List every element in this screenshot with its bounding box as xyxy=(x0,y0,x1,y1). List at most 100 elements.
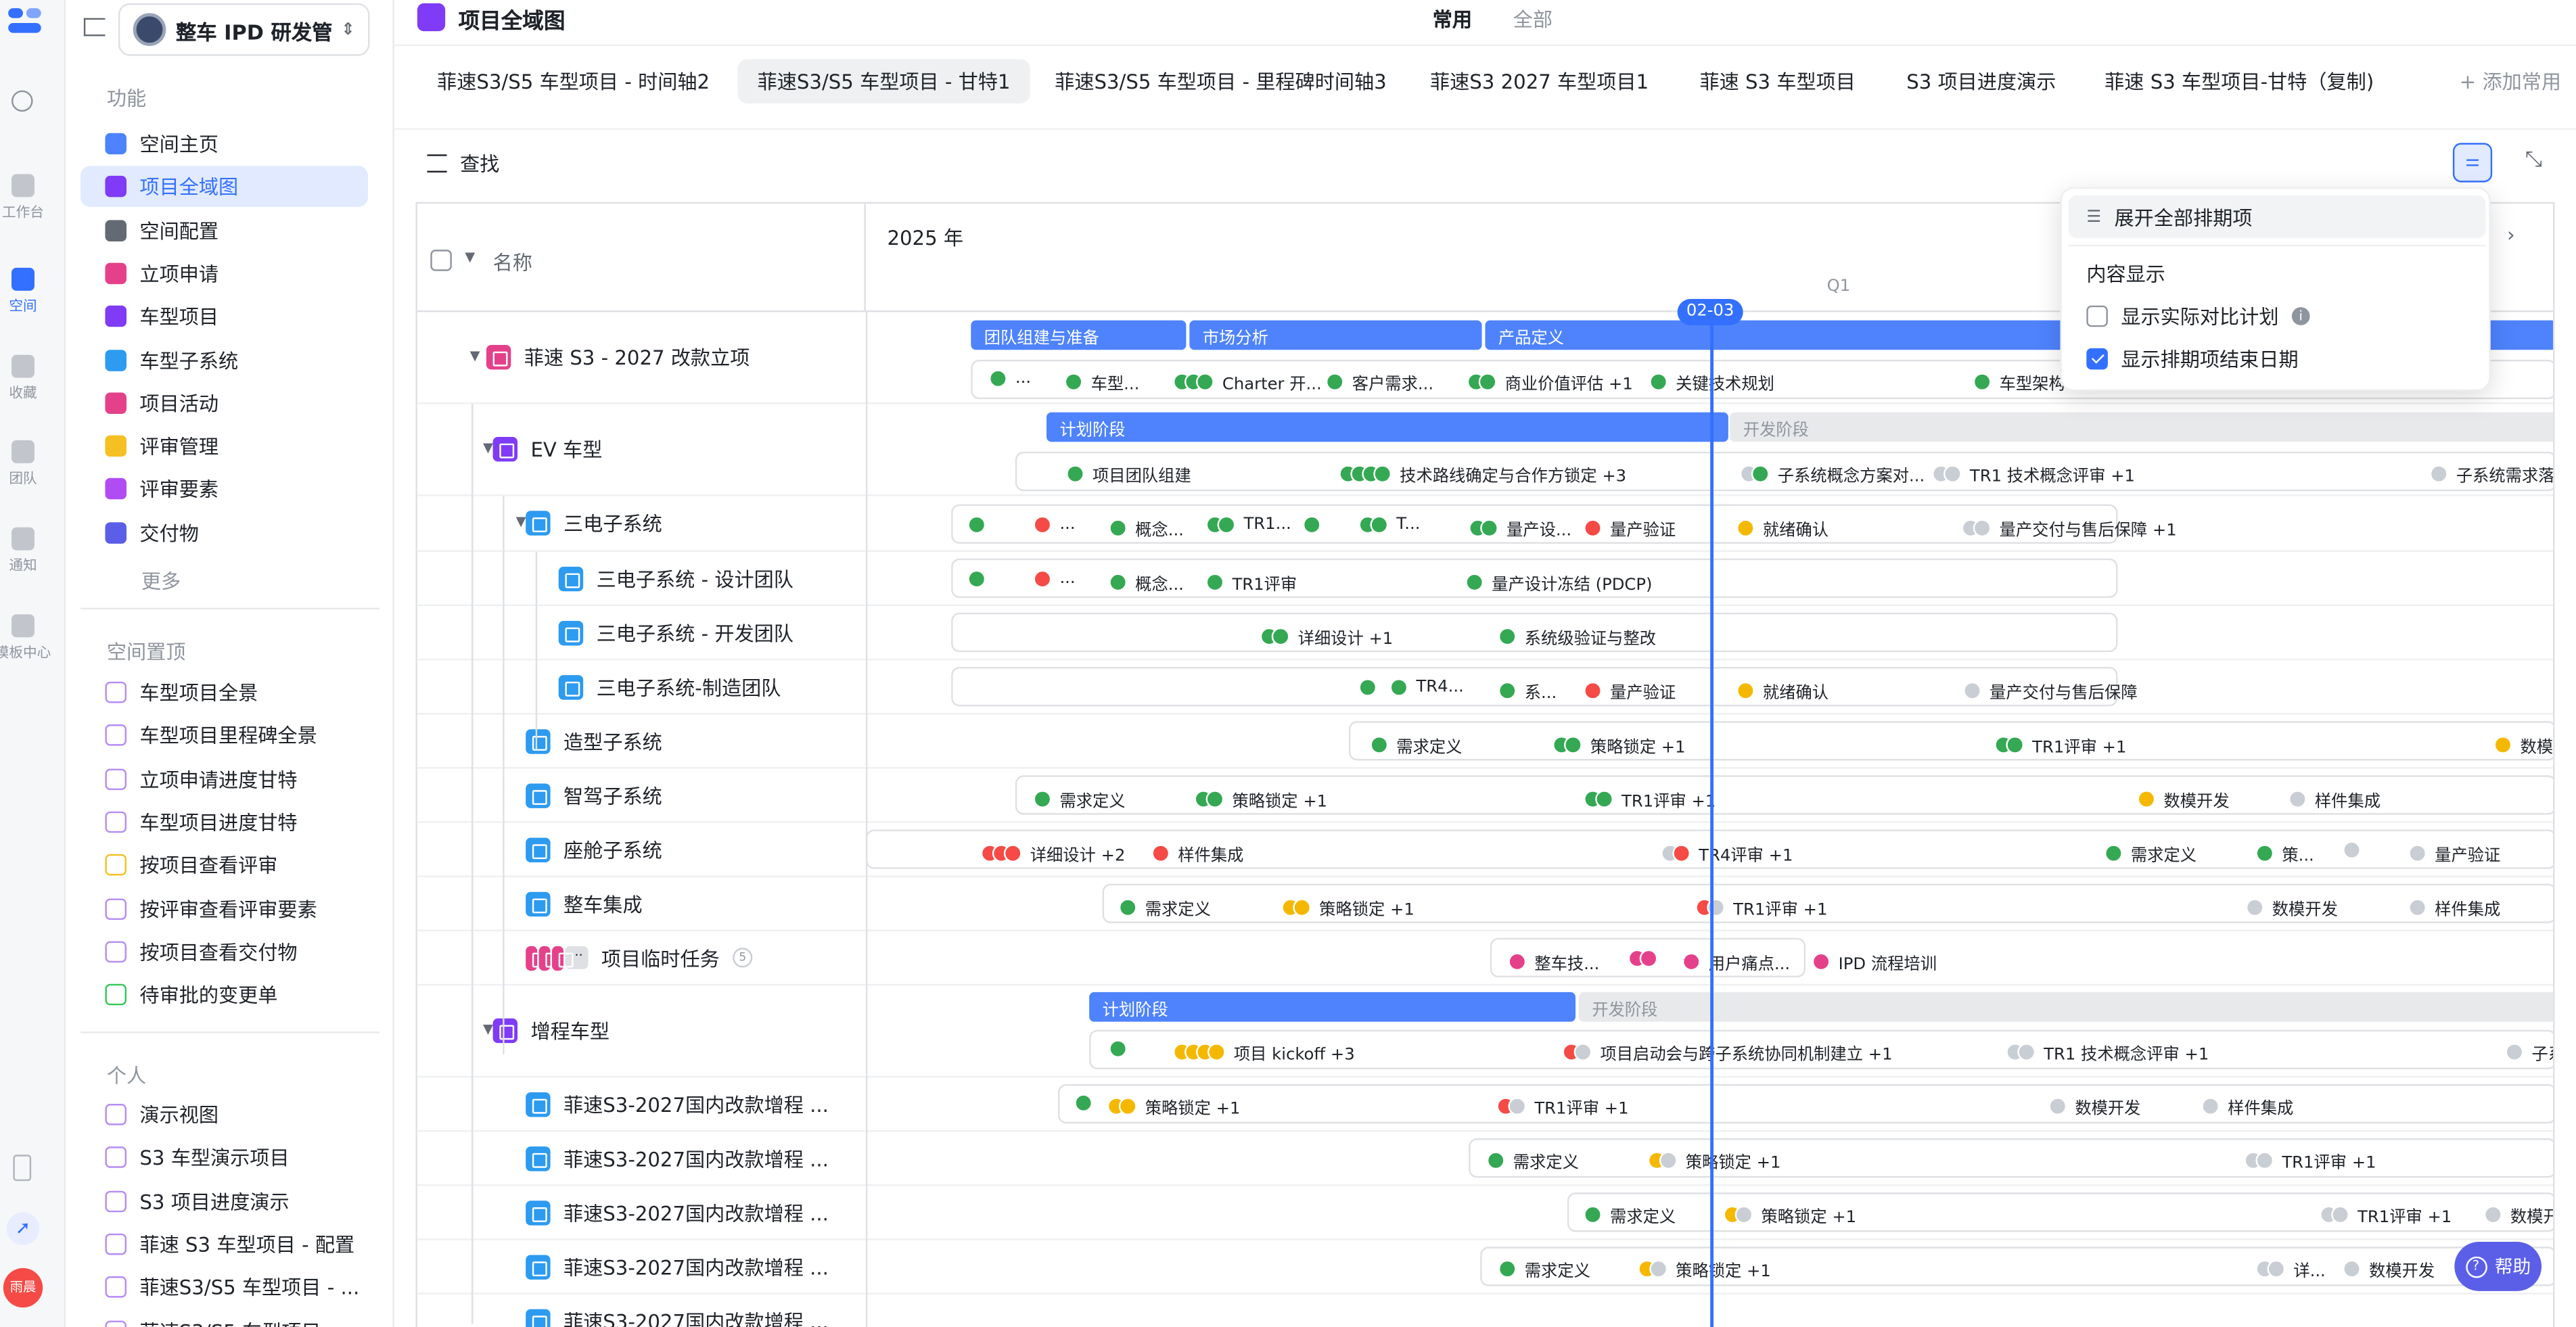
rail-item-space[interactable]: 空间 xyxy=(0,267,46,315)
tab-view[interactable]: 菲速S3/S5 车型项目 - 里程碑时间轴3 xyxy=(1046,59,1395,103)
milestone[interactable]: 策略锁定 +1 xyxy=(1107,1094,1240,1119)
tab-view[interactable]: 菲速 S3 车型项目 xyxy=(1686,59,1870,103)
tab-view[interactable]: 菲速S3 2027 车型项目1 xyxy=(1425,59,1655,103)
milestone[interactable]: 数模开发 xyxy=(2137,787,2230,812)
milestone[interactable]: 就绪确认 xyxy=(1736,678,1828,703)
milestone[interactable]: 详细设计 +2 xyxy=(980,841,1125,866)
milestone[interactable]: ... xyxy=(1033,569,1076,588)
milestone[interactable]: TR1评审 +1 xyxy=(2320,1203,2452,1227)
sidebar-item[interactable]: 车型项目里程碑全景 xyxy=(80,715,368,756)
milestone[interactable] xyxy=(1109,1040,1128,1058)
tab-view[interactable]: 菲速S3/S5 车型项目 - 时间轴2 xyxy=(419,59,728,103)
settings-toggle-icon[interactable]: ⚌ xyxy=(2452,143,2493,183)
row-name[interactable]: 增程车型 xyxy=(492,1017,610,1044)
sidebar-item[interactable]: 车型项目全景 xyxy=(80,672,368,713)
milestone[interactable]: 需求定义 xyxy=(1584,1203,1676,1227)
milestone[interactable]: 概念... xyxy=(1109,570,1184,595)
milestone[interactable]: 概念... xyxy=(1109,516,1184,540)
sidebar-item[interactable]: S3 项目进度演示 xyxy=(80,1180,368,1221)
sidebar-item[interactable]: 演示视图 xyxy=(80,1094,368,1135)
row-name[interactable]: 菲速S3-2027国内改款增程 ... xyxy=(526,1090,829,1117)
next-arrow-icon[interactable]: › xyxy=(2507,223,2515,246)
sidebar-item[interactable]: 空间配置 xyxy=(80,210,368,251)
milestone[interactable]: 需求定义 xyxy=(2104,841,2196,866)
help-button[interactable]: ? 帮助 xyxy=(2454,1242,2542,1291)
milestone[interactable]: 客户需求... xyxy=(1325,369,1433,394)
milestone[interactable]: 数模开 xyxy=(2484,1203,2553,1227)
sidebar-item[interactable]: 车型子系统 xyxy=(80,340,368,381)
milestone[interactable] xyxy=(1302,515,1321,534)
milestone[interactable]: 样件集成 xyxy=(2408,895,2500,920)
fullscreen-icon[interactable]: ⤡ xyxy=(2525,149,2545,171)
sidebar-item[interactable]: 菲速S3/S5 车型项目 ... xyxy=(80,1310,368,1327)
row-name[interactable]: 菲速 S3 - 2027 改款立项 xyxy=(486,344,750,371)
milestone[interactable]: 需求定义 xyxy=(1498,1257,1590,1281)
milestone[interactable]: ... xyxy=(1033,515,1076,534)
expand-all-item[interactable]: ☰ 展开全部排期项 xyxy=(2068,195,2486,239)
sidebar-item[interactable]: 按评审查看评审要素 xyxy=(80,888,368,929)
caret-down-icon[interactable]: ▼ xyxy=(483,440,493,455)
phase-bar[interactable]: 开发阶段 xyxy=(1578,992,2554,1022)
milestone[interactable]: 整车技... xyxy=(1508,950,1599,974)
add-common-tab[interactable]: + 添加常用 xyxy=(2431,59,2576,103)
caret-down-icon[interactable]: ▼ xyxy=(516,514,526,529)
sidebar-item[interactable]: 车型项目进度甘特 xyxy=(80,801,368,843)
milestone[interactable]: 数模开 xyxy=(2493,732,2553,758)
milestone[interactable]: TR1评审 +1 xyxy=(1584,787,1716,812)
avatar[interactable]: 雨晨 xyxy=(3,1267,43,1308)
milestone[interactable]: 样件集成 xyxy=(2201,1094,2293,1119)
milestone[interactable]: 详... xyxy=(2255,1257,2326,1281)
milestone[interactable]: TR1评审 +1 xyxy=(1695,895,1827,920)
row-name[interactable]: 菲速S3-2027国内改款增程 ... xyxy=(526,1144,829,1172)
milestone[interactable]: TR1 技术概念评审 +1 xyxy=(2006,1040,2209,1065)
row-name[interactable]: 造型子系统 xyxy=(526,727,662,755)
rocket-icon[interactable]: ➚ xyxy=(6,1212,40,1245)
phase-bar[interactable]: 计划阶段 xyxy=(1089,992,1576,1022)
sidebar-item[interactable]: 交付物 xyxy=(80,512,368,553)
milestone[interactable]: TR1评审 +1 xyxy=(1496,1094,1629,1119)
collapse-sidebar-icon[interactable] xyxy=(83,18,106,37)
tab-view-selected[interactable]: 菲速S3/S5 车型项目 - 甘特1 xyxy=(737,59,1030,104)
segment-common[interactable]: 常用 xyxy=(1433,5,1472,32)
milestone[interactable]: 策略锁定 +1 xyxy=(1552,732,1686,758)
sidebar-item[interactable]: 菲速S3/S5 车型项目 - ... xyxy=(80,1267,368,1308)
milestone[interactable]: 数模开发 xyxy=(2048,1094,2140,1119)
row-name[interactable]: 智驾子系统 xyxy=(526,781,662,809)
compare-checkbox[interactable] xyxy=(2086,305,2108,327)
milestone[interactable] xyxy=(967,515,986,534)
milestone[interactable]: 量产交付与售后保障 +1 xyxy=(1961,516,2177,540)
row-name[interactable]: 三电子系统 xyxy=(526,509,662,537)
milestone[interactable]: 量产设计冻结 (PDCP) xyxy=(1465,570,1653,595)
milestone[interactable]: 策略锁定 +1 xyxy=(1638,1257,1771,1281)
gantt-row[interactable]: ··· 项目临时任务 5 xyxy=(417,931,2554,986)
rail-item-templates[interactable]: 模板中心 xyxy=(0,614,53,662)
milestone[interactable]: Charter 开... xyxy=(1173,369,1322,394)
row-name[interactable]: 整车集成 xyxy=(526,889,643,917)
end-date-option[interactable]: 显示排期项结束日期 xyxy=(2086,345,2299,373)
milestone[interactable]: ... xyxy=(989,369,1031,388)
row-name[interactable]: 三电子系统 - 设计团队 xyxy=(558,564,794,592)
milestone[interactable]: 技术路线确定与合作方锁定 +3 xyxy=(1339,461,1626,486)
milestone[interactable]: 车型... xyxy=(1064,369,1139,394)
milestone[interactable]: 需求定义 xyxy=(1118,895,1211,920)
milestone[interactable]: 策... xyxy=(2255,841,2314,866)
milestone[interactable]: 数模开发 xyxy=(2245,895,2338,920)
milestone[interactable]: 需求定义 xyxy=(1033,787,1126,812)
workspace-switcher[interactable]: 整车 IPD 研发管... ⇕ xyxy=(118,3,370,56)
end-date-checkbox[interactable] xyxy=(2086,348,2108,370)
row-name[interactable]: 三电子系统 - 开发团队 xyxy=(558,618,794,646)
sidebar-item[interactable]: 立项申请 xyxy=(80,253,368,294)
rail-item-notify[interactable]: 通知 xyxy=(0,527,46,575)
milestone[interactable]: TR4评审 +1 xyxy=(1661,841,1793,866)
caret-down-icon[interactable]: ▼ xyxy=(470,348,480,363)
compare-option[interactable]: 显示实际对比计划 i xyxy=(2086,302,2310,330)
milestone[interactable]: 子系统概念方案对... xyxy=(1739,461,1925,486)
row-name[interactable]: ··· 项目临时任务 5 xyxy=(526,944,753,971)
milestone[interactable]: TR1 技术概念评审 +1 xyxy=(1932,461,2135,486)
milestone[interactable]: 策略锁定 +1 xyxy=(1723,1203,1856,1227)
milestone[interactable]: TR1评审 xyxy=(1205,570,1297,595)
sidebar-item[interactable]: 按项目查看交付物 xyxy=(80,931,368,973)
milestone[interactable]: 项目 kickoff +3 xyxy=(1173,1040,1355,1065)
rail-item-favorites[interactable]: 收藏 xyxy=(0,354,46,402)
milestone[interactable]: 就绪确认 xyxy=(1736,516,1828,540)
